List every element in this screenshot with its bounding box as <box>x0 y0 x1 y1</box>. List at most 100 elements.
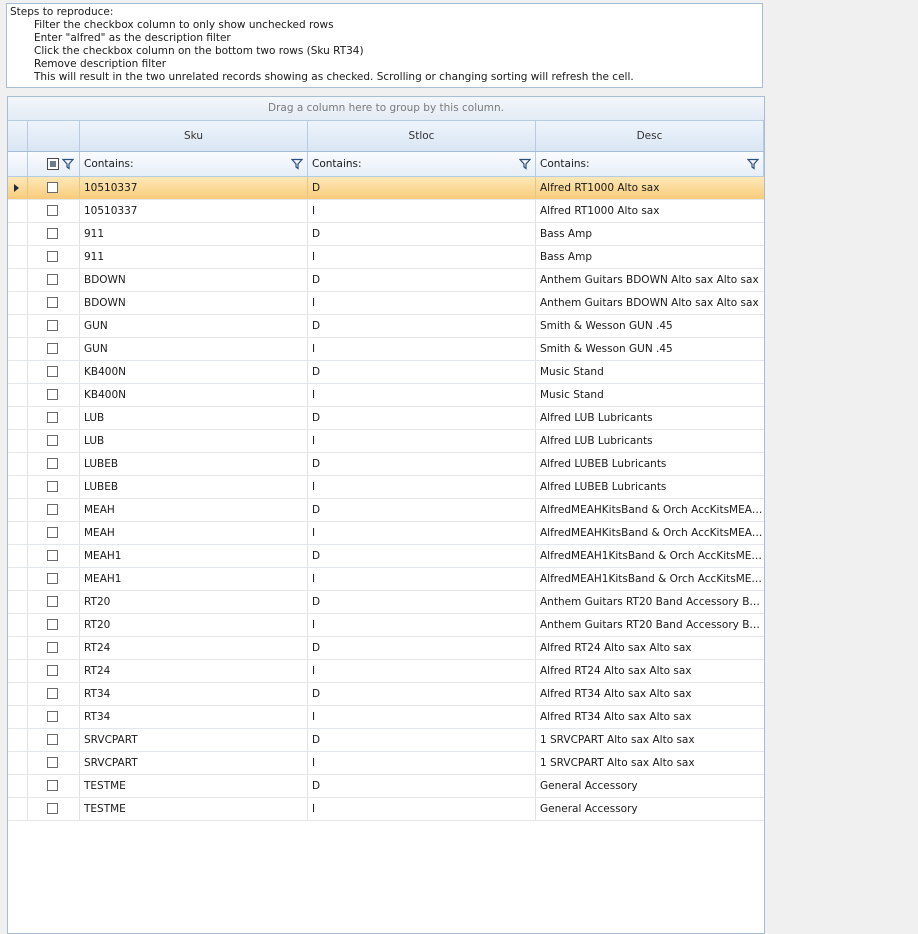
sku-cell[interactable]: RT20 <box>80 591 308 613</box>
sku-filter-cell[interactable]: Contains: <box>80 152 308 176</box>
desc-cell[interactable]: Anthem Guitars RT20 Band Accessory Ban..… <box>536 591 764 613</box>
group-by-panel[interactable]: Drag a column here to group by this colu… <box>8 97 764 121</box>
stloc-cell[interactable]: D <box>308 545 536 567</box>
desc-cell[interactable]: Anthem Guitars BDOWN Alto sax Alto sax <box>536 269 764 291</box>
row-checkbox-cell[interactable] <box>28 614 80 636</box>
row-indicator-cell[interactable] <box>8 660 28 682</box>
sku-cell[interactable]: LUB <box>80 407 308 429</box>
row-indicator-cell[interactable] <box>8 775 28 797</box>
row-checkbox-cell[interactable] <box>28 292 80 314</box>
sku-cell[interactable]: 10510337 <box>80 177 308 199</box>
stloc-cell[interactable]: I <box>308 614 536 636</box>
row-checkbox[interactable] <box>47 458 58 469</box>
stloc-cell[interactable]: I <box>308 660 536 682</box>
desc-cell[interactable]: Alfred LUB Lubricants <box>536 407 764 429</box>
desc-column-header[interactable]: Desc <box>536 121 764 151</box>
row-indicator-cell[interactable] <box>8 407 28 429</box>
sku-cell[interactable]: 911 <box>80 223 308 245</box>
table-row[interactable]: MEAH1 I AlfredMEAH1KitsBand & Orch AccKits… <box>8 568 764 591</box>
row-indicator-cell[interactable] <box>8 315 28 337</box>
row-checkbox[interactable] <box>47 504 58 515</box>
stloc-cell[interactable]: I <box>308 476 536 498</box>
stloc-cell[interactable]: I <box>308 568 536 590</box>
desc-cell[interactable]: 1 SRVCPART Alto sax Alto sax <box>536 729 764 751</box>
row-checkbox-cell[interactable] <box>28 200 80 222</box>
table-row[interactable]: BDOWN D Anthem Guitars BDOWN Alto sax Alto… <box>8 269 764 292</box>
desc-cell[interactable]: General Accessory <box>536 775 764 797</box>
row-indicator-cell[interactable] <box>8 476 28 498</box>
desc-cell[interactable]: Music Stand <box>536 361 764 383</box>
desc-cell[interactable]: Alfred LUB Lubricants <box>536 430 764 452</box>
table-row[interactable]: SRVCPART I 1 SRVCPART Alto sax Alto sax <box>8 752 764 775</box>
table-row[interactable]: RT34 D Alfred RT34 Alto sax Alto sax <box>8 683 764 706</box>
data-grid[interactable]: Drag a column here to group by this colu… <box>7 96 765 934</box>
row-indicator-cell[interactable] <box>8 223 28 245</box>
sku-cell[interactable]: LUBEB <box>80 476 308 498</box>
sku-column-header[interactable]: Sku <box>80 121 308 151</box>
row-indicator-cell[interactable] <box>8 292 28 314</box>
row-checkbox-cell[interactable] <box>28 798 80 820</box>
row-checkbox-cell[interactable] <box>28 476 80 498</box>
sku-cell[interactable]: GUN <box>80 315 308 337</box>
sku-cell[interactable]: MEAH1 <box>80 545 308 567</box>
row-checkbox[interactable] <box>47 711 58 722</box>
desc-cell[interactable]: Bass Amp <box>536 246 764 268</box>
stloc-cell[interactable]: I <box>308 384 536 406</box>
row-checkbox-cell[interactable] <box>28 591 80 613</box>
stloc-cell[interactable]: I <box>308 798 536 820</box>
stloc-cell[interactable]: D <box>308 269 536 291</box>
row-checkbox[interactable] <box>47 320 58 331</box>
stloc-cell[interactable]: I <box>308 200 536 222</box>
row-checkbox[interactable] <box>47 596 58 607</box>
desc-cell[interactable]: Smith & Wesson GUN .45 <box>536 338 764 360</box>
row-indicator-cell[interactable] <box>8 729 28 751</box>
row-checkbox-cell[interactable] <box>28 637 80 659</box>
row-checkbox[interactable] <box>47 573 58 584</box>
row-indicator-cell[interactable] <box>8 706 28 728</box>
row-checkbox-cell[interactable] <box>28 683 80 705</box>
sku-cell[interactable]: KB400N <box>80 384 308 406</box>
row-checkbox-cell[interactable] <box>28 752 80 774</box>
stloc-filter-cell[interactable]: Contains: <box>308 152 536 176</box>
table-row[interactable]: SRVCPART D 1 SRVCPART Alto sax Alto sax <box>8 729 764 752</box>
sku-cell[interactable]: MEAH <box>80 522 308 544</box>
desc-cell[interactable]: Alfred RT34 Alto sax Alto sax <box>536 683 764 705</box>
desc-cell[interactable]: Alfred RT34 Alto sax Alto sax <box>536 706 764 728</box>
table-row[interactable]: MEAH1 D AlfredMEAH1KitsBand & Orch AccKits… <box>8 545 764 568</box>
table-row[interactable]: LUBEB I Alfred LUBEB Lubricants <box>8 476 764 499</box>
row-checkbox-cell[interactable] <box>28 660 80 682</box>
desc-cell[interactable]: General Accessory <box>536 798 764 820</box>
row-checkbox[interactable] <box>47 251 58 262</box>
desc-cell[interactable]: AlfredMEAH1KitsBand & Orch AccKitsMEA... <box>536 568 764 590</box>
row-checkbox-cell[interactable] <box>28 545 80 567</box>
table-row[interactable]: RT24 D Alfred RT24 Alto sax Alto sax <box>8 637 764 660</box>
stloc-cell[interactable]: I <box>308 292 536 314</box>
desc-cell[interactable]: Bass Amp <box>536 223 764 245</box>
table-row[interactable]: TESTME I General Accessory <box>8 798 764 821</box>
table-row[interactable]: TESTME D General Accessory <box>8 775 764 798</box>
table-row[interactable]: GUN D Smith & Wesson GUN .45 <box>8 315 764 338</box>
table-row[interactable]: KB400N D Music Stand <box>8 361 764 384</box>
stloc-cell[interactable]: D <box>308 407 536 429</box>
sku-cell[interactable]: KB400N <box>80 361 308 383</box>
table-row[interactable]: 10510337 I Alfred RT1000 Alto sax <box>8 200 764 223</box>
funnel-icon[interactable] <box>747 158 759 170</box>
row-indicator-cell[interactable] <box>8 269 28 291</box>
sku-cell[interactable]: BDOWN <box>80 292 308 314</box>
row-checkbox-cell[interactable] <box>28 384 80 406</box>
row-checkbox-cell[interactable] <box>28 499 80 521</box>
funnel-icon[interactable] <box>62 158 74 170</box>
row-checkbox[interactable] <box>47 550 58 561</box>
row-checkbox-cell[interactable] <box>28 315 80 337</box>
row-indicator-cell[interactable] <box>8 246 28 268</box>
stloc-cell[interactable]: D <box>308 499 536 521</box>
sku-cell[interactable]: RT34 <box>80 706 308 728</box>
row-checkbox-cell[interactable] <box>28 453 80 475</box>
row-checkbox[interactable] <box>47 343 58 354</box>
row-checkbox[interactable] <box>47 642 58 653</box>
row-indicator-cell[interactable] <box>8 361 28 383</box>
desc-filter-cell[interactable]: Contains: <box>536 152 764 176</box>
table-row[interactable]: KB400N I Music Stand <box>8 384 764 407</box>
row-checkbox[interactable] <box>47 527 58 538</box>
sku-cell[interactable]: RT34 <box>80 683 308 705</box>
